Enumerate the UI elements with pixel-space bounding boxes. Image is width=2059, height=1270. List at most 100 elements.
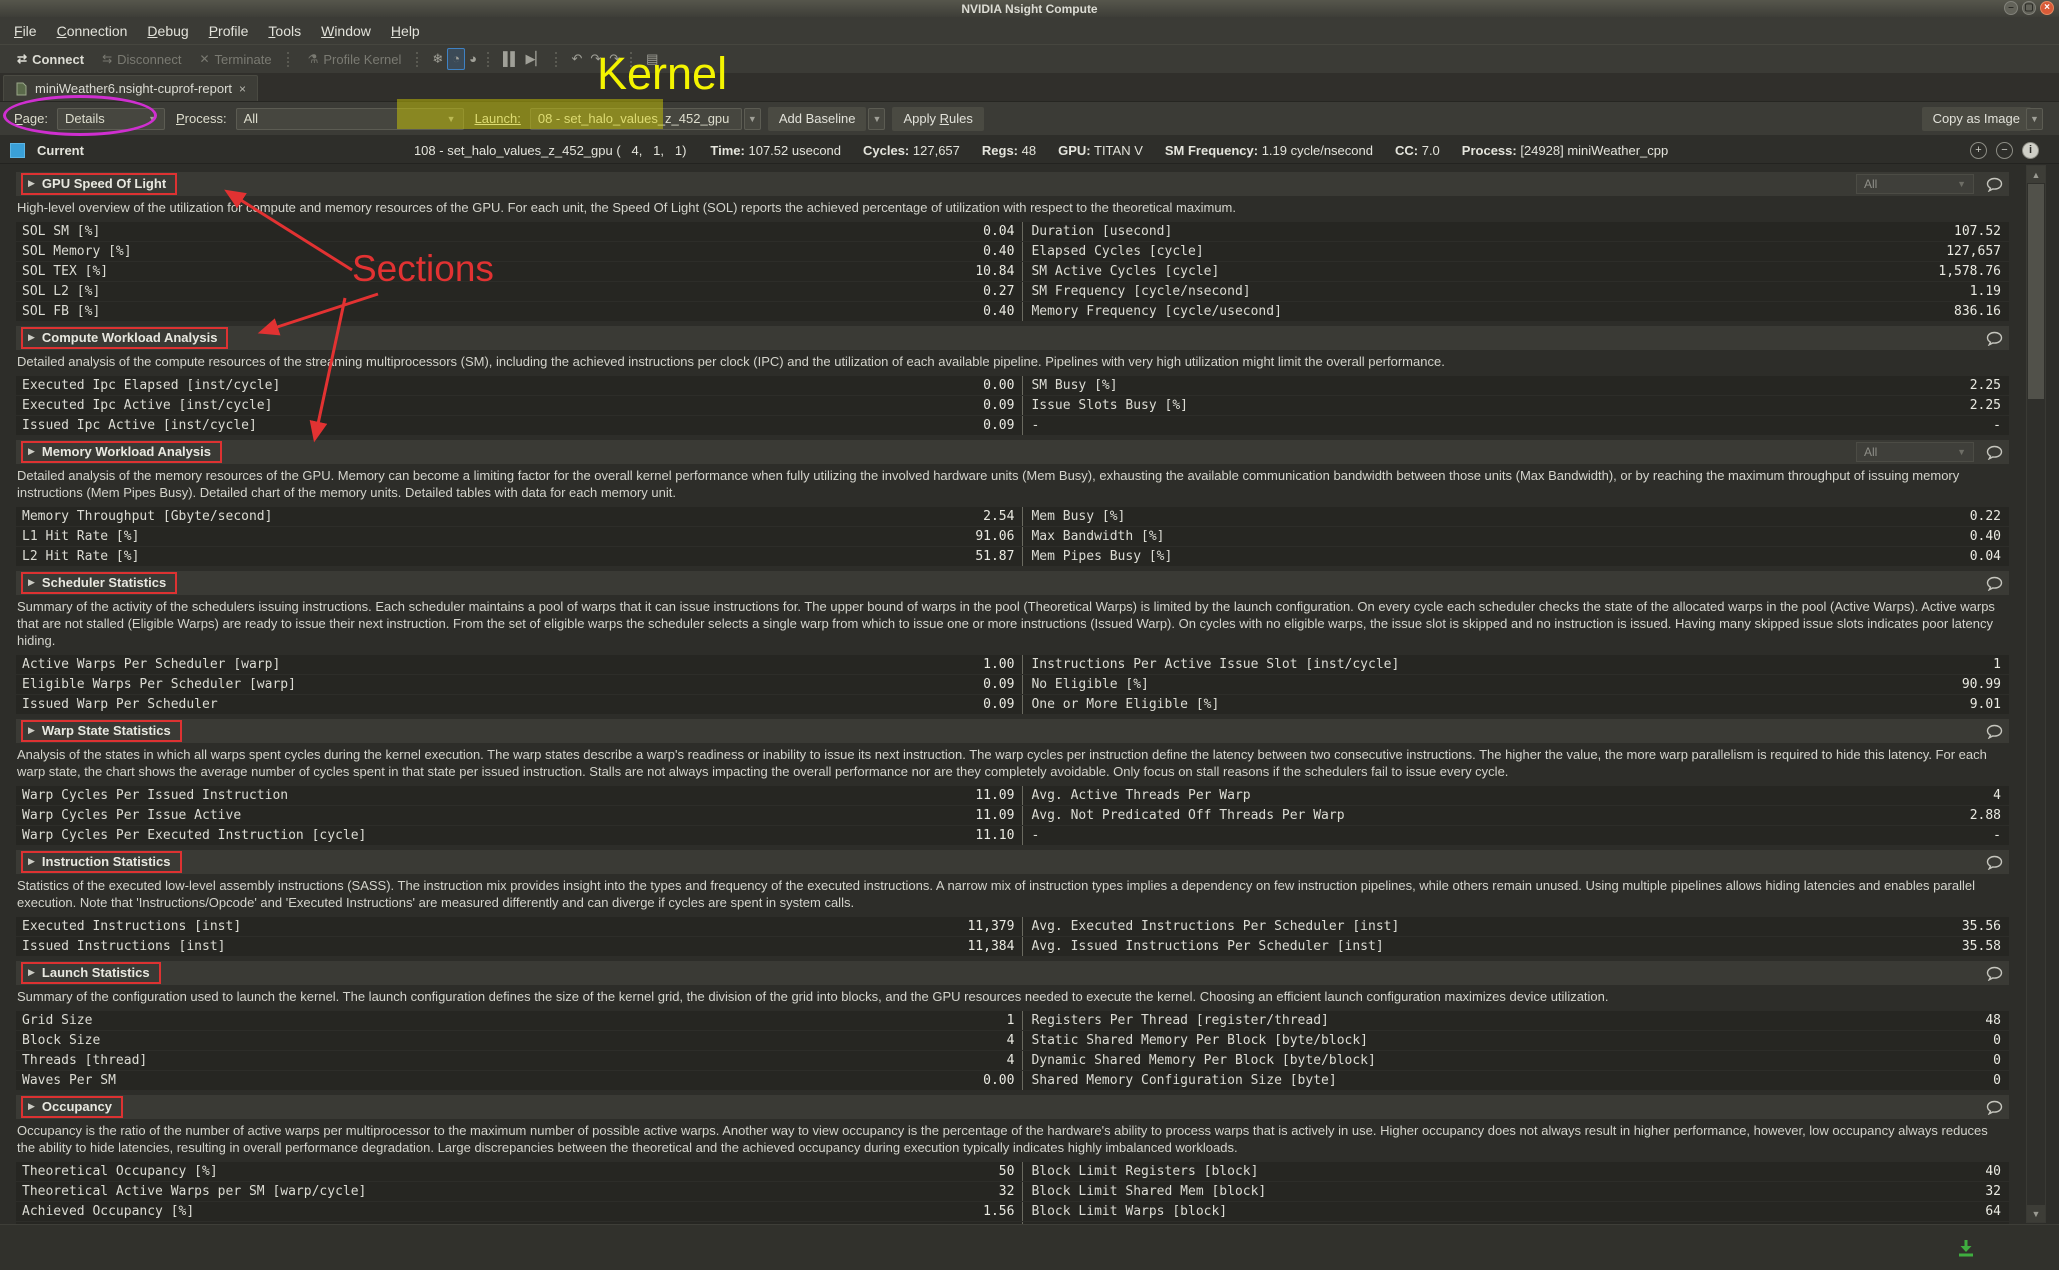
section-description: Detailed analysis of the compute resourc… <box>17 353 2007 370</box>
comment-bubble-icon[interactable] <box>1986 177 2003 192</box>
section-header-instruction-statistics[interactable]: ▶Instruction Statistics <box>16 850 2009 874</box>
metric-value: 0.40 <box>983 244 1022 259</box>
menu-help[interactable]: Help <box>381 20 430 42</box>
zoom-out-button[interactable]: − <box>1996 142 2013 159</box>
metric-value: 40 <box>1985 1164 2009 1179</box>
metric-cell-right: Dynamic Shared Memory Per Block [byte/bl… <box>1023 1051 2009 1070</box>
comment-bubble-icon[interactable] <box>1986 724 2003 739</box>
vertical-scrollbar[interactable]: ▲ ▼ <box>2026 165 2046 1223</box>
section-header-memory-workload-analysis[interactable]: ▶Memory Workload AnalysisAll▼ <box>16 440 2009 464</box>
copy-as-image-button[interactable]: Copy as Image <box>1922 107 2031 131</box>
scroll-down-button[interactable]: ▼ <box>2027 1205 2045 1222</box>
metric-cell-right: Duration [usecond]107.52 <box>1023 222 2009 241</box>
expand-arrow-icon[interactable]: ▶ <box>28 577 35 588</box>
section-header-occupancy[interactable]: ▶Occupancy <box>16 1095 2009 1119</box>
metric-value: - <box>1993 828 2009 843</box>
metric-cell-left: SOL FB [%]0.40 <box>16 302 1023 321</box>
break-on-api-error-icon[interactable]: ◕ <box>465 49 481 69</box>
expand-arrow-icon[interactable]: ▶ <box>28 1101 35 1112</box>
expand-arrow-icon[interactable]: ▶ <box>28 446 35 457</box>
tab-close-icon[interactable]: × <box>239 82 246 96</box>
comment-bubble-icon[interactable] <box>1986 966 2003 981</box>
section-filter-select[interactable]: All▼ <box>1856 174 1974 194</box>
minimize-button[interactable]: – <box>2004 1 2018 15</box>
comment-bubble-icon[interactable] <box>1986 331 2003 346</box>
metric-cell-right: Avg. Active Threads Per Warp4 <box>1023 786 2009 805</box>
toolbar-separator <box>287 52 293 67</box>
pause-icon[interactable]: ▌▌ <box>499 49 521 69</box>
metric-value: 1.19 <box>1970 284 2009 299</box>
auto-profile-icon[interactable]: ◔ <box>447 48 465 70</box>
menu-bar: File Connection Debug Profile Tools Wind… <box>0 17 2059 44</box>
maximize-button[interactable]: ▢ <box>2022 1 2036 15</box>
menu-file[interactable]: File <box>4 20 47 42</box>
apply-rules-button[interactable]: Apply Rules <box>892 107 983 131</box>
freeze-api-icon[interactable]: ❄ <box>428 49 447 69</box>
metric-name: No Eligible [%] <box>1023 677 1148 692</box>
table-row: Active Warps Per Scheduler [warp]1.00Ins… <box>16 655 2009 674</box>
disconnect-icon: ⇆ <box>102 52 112 66</box>
add-baseline-button[interactable]: Add Baseline <box>768 107 867 131</box>
table-row: Executed Ipc Active [inst/cycle]0.09Issu… <box>16 396 2009 415</box>
metric-value: 2.25 <box>1970 378 2009 393</box>
metric-value: - <box>1993 418 2009 433</box>
comment-bubble-icon[interactable] <box>1986 576 2003 591</box>
section-filter-select[interactable]: All▼ <box>1856 442 1974 462</box>
section-description: Summary of the activity of the scheduler… <box>17 598 2007 649</box>
section-title: Warp State Statistics <box>42 723 171 738</box>
expand-arrow-icon[interactable]: ▶ <box>28 725 35 736</box>
metric-cell-right: Max Bandwidth [%]0.40 <box>1023 527 2009 546</box>
metric-name: Executed Instructions [inst] <box>16 919 241 934</box>
toolbar-separator <box>555 52 561 67</box>
step-back-icon[interactable]: ↶ <box>567 49 586 69</box>
menu-profile[interactable]: Profile <box>199 20 259 42</box>
current-color-marker <box>10 143 25 158</box>
metric-cell-right: SM Frequency [cycle/nsecond]1.19 <box>1023 282 2009 301</box>
section-warp-state-statistics: ▶Warp State Statistics Analysis of the s… <box>16 719 2009 845</box>
expand-arrow-icon[interactable]: ▶ <box>28 178 35 189</box>
section-header-warp-state-statistics[interactable]: ▶ Warp State Statistics <box>16 719 2009 743</box>
add-baseline-arrow[interactable]: ▼ <box>868 108 885 130</box>
table-row: Warp Cycles Per Issued Instruction11.09A… <box>16 786 2009 805</box>
comment-bubble-icon[interactable] <box>1986 445 2003 460</box>
menu-debug[interactable]: Debug <box>137 20 198 42</box>
table-row: Grid Size1Registers Per Thread [register… <box>16 1011 2009 1030</box>
metric-cell-right: Mem Pipes Busy [%]0.04 <box>1023 547 2009 566</box>
section-header-scheduler-statistics[interactable]: ▶Scheduler Statistics <box>16 571 2009 595</box>
launch-select-arrow[interactable]: ▼ <box>744 108 761 130</box>
info-button[interactable]: i <box>2022 142 2039 159</box>
metric-name: Warp Cycles Per Executed Instruction [cy… <box>16 828 366 843</box>
scrollbar-thumb[interactable] <box>2028 184 2044 399</box>
metric-name: Max Bandwidth [%] <box>1023 529 1164 544</box>
metric-value: 64 <box>1985 1204 2009 1219</box>
section-header-launch-statistics[interactable]: ▶Launch Statistics <box>16 961 2009 985</box>
metric-name: SOL L2 [%] <box>16 284 100 299</box>
comment-bubble-icon[interactable] <box>1986 1100 2003 1115</box>
copy-as-image-arrow[interactable]: ▼ <box>2026 108 2043 130</box>
metric-cell-left: Threads [thread]4 <box>16 1051 1023 1070</box>
metric-value: 0.00 <box>983 1073 1022 1088</box>
section-header-gpu-speed-of-light[interactable]: ▶GPU Speed Of LightAll▼ <box>16 172 2009 196</box>
menu-connection[interactable]: Connection <box>47 20 138 42</box>
metric-name: One or More Eligible [%] <box>1023 697 1219 712</box>
resume-icon[interactable]: ▶▏ <box>521 49 549 69</box>
connect-button[interactable]: ⇄ Connect <box>8 52 93 67</box>
metric-cell-right: One or More Eligible [%]9.01 <box>1023 695 2009 714</box>
scroll-up-button[interactable]: ▲ <box>2027 166 2045 183</box>
section-header-compute-workload-analysis[interactable]: ▶Compute Workload Analysis <box>16 326 2009 350</box>
metric-name: Mem Busy [%] <box>1023 509 1125 524</box>
close-button[interactable]: × <box>2040 1 2054 15</box>
metric-value: 1 <box>1007 1013 1023 1028</box>
metric-name: SM Active Cycles [cycle] <box>1023 264 1219 279</box>
section-metrics-table: Active Warps Per Scheduler [warp]1.00Ins… <box>16 655 2009 714</box>
metric-name: Avg. Issued Instructions Per Scheduler [… <box>1023 939 1383 954</box>
comment-bubble-icon[interactable] <box>1986 855 2003 870</box>
metric-value: 836.16 <box>1954 304 2009 319</box>
zoom-in-button[interactable]: + <box>1970 142 1987 159</box>
expand-arrow-icon[interactable]: ▶ <box>28 332 35 343</box>
menu-window[interactable]: Window <box>311 20 381 42</box>
expand-arrow-icon[interactable]: ▶ <box>28 856 35 867</box>
menu-tools[interactable]: Tools <box>258 20 311 42</box>
expand-arrow-icon[interactable]: ▶ <box>28 967 35 978</box>
section-metrics-table: Memory Throughput [Gbyte/second]2.54Mem … <box>16 507 2009 566</box>
